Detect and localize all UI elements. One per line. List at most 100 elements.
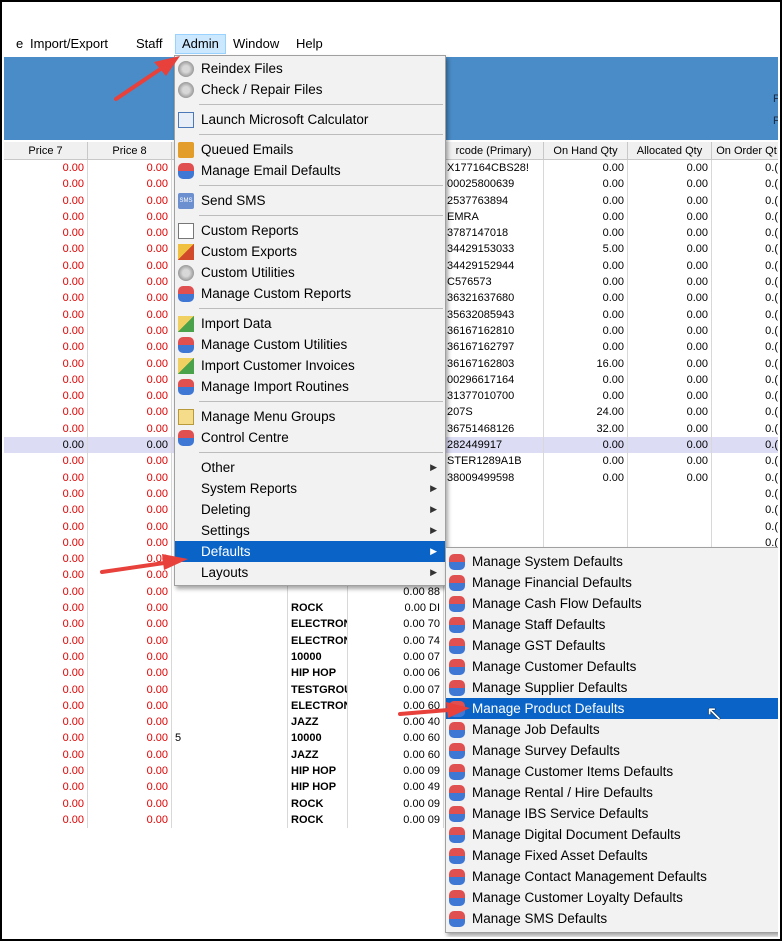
table-cell: 0.00 74 xyxy=(348,632,444,649)
table-cell xyxy=(172,583,288,601)
menu-item-manage-gst-defaults[interactable]: Manage GST Defaults xyxy=(446,635,778,656)
column-header[interactable]: Price 7 xyxy=(4,142,88,160)
menu-import-export[interactable]: Import/Export xyxy=(24,34,114,54)
menu-item-manage-digital-document-defaults[interactable]: Manage Digital Document Defaults xyxy=(446,824,778,845)
users-icon xyxy=(449,575,465,591)
menu-item-defaults[interactable]: Defaults ▶ xyxy=(175,541,445,562)
menu-item-layouts[interactable]: Layouts ▶ xyxy=(175,562,445,583)
menu-item-manage-rental-hire-defaults[interactable]: Manage Rental / Hire Defaults xyxy=(446,782,778,803)
table-cell: 0.( xyxy=(712,453,778,469)
menu-window[interactable]: Window xyxy=(227,34,285,54)
table-cell xyxy=(544,518,628,535)
menu-item-label: Manage Product Defaults xyxy=(472,701,625,716)
table-cell: 0.00 xyxy=(544,322,628,340)
table-cell: 0.00 xyxy=(4,225,88,242)
menu-item-label: Manage Job Defaults xyxy=(472,722,600,737)
table-cell xyxy=(628,518,712,535)
menu-item-manage-system-defaults[interactable]: Manage System Defaults xyxy=(446,551,778,572)
menu-item-check-repair-files[interactable]: Check / Repair Files xyxy=(175,79,445,100)
table-cell: 36167162810 xyxy=(444,322,544,340)
column-header[interactable]: On Hand Qty xyxy=(544,142,628,160)
table-cell: 35632085943 xyxy=(444,306,544,323)
gear-icon xyxy=(178,61,194,77)
users-icon xyxy=(449,806,465,822)
menu-item-manage-custom-utilities[interactable]: Manage Custom Utilities xyxy=(175,334,445,355)
column-header[interactable]: rcode (Primary) xyxy=(444,142,544,160)
table-cell: 0.00 xyxy=(544,306,628,323)
import-icon xyxy=(178,316,194,332)
submenu-arrow-icon: ▶ xyxy=(430,504,437,514)
table-cell: 0.( xyxy=(712,160,778,176)
menu-item-custom-exports[interactable]: Custom Exports xyxy=(175,241,445,262)
menu-item-manage-sms-defaults[interactable]: Manage SMS Defaults xyxy=(446,908,778,929)
menu-item-custom-utilities[interactable]: Custom Utilities xyxy=(175,262,445,283)
table-cell: 0.00 xyxy=(88,485,172,503)
menu-item-manage-menu-groups[interactable]: Manage Menu Groups xyxy=(175,406,445,427)
menu-item-reindex-files[interactable]: Reindex Files xyxy=(175,58,445,79)
table-cell: 0.00 xyxy=(4,257,88,275)
menu-staff[interactable]: Staff xyxy=(130,34,169,54)
menu-item-queued-emails[interactable]: Queued Emails xyxy=(175,139,445,160)
table-cell: 34429153033 xyxy=(444,241,544,258)
menu-item-label: Manage Financial Defaults xyxy=(472,575,632,590)
menu-item-deleting[interactable]: Deleting ▶ xyxy=(175,499,445,520)
menu-item-manage-staff-defaults[interactable]: Manage Staff Defaults xyxy=(446,614,778,635)
table-cell: 0.00 xyxy=(88,811,172,829)
menu-item-manage-customer-loyalty-defaults[interactable]: Manage Customer Loyalty Defaults xyxy=(446,887,778,908)
menu-item-control-centre[interactable]: Control Centre xyxy=(175,427,445,448)
submenu-arrow-icon: ▶ xyxy=(430,483,437,493)
menu-item-import-data[interactable]: Import Data xyxy=(175,313,445,334)
menu-item-import-customer-invoices[interactable]: Import Customer Invoices xyxy=(175,355,445,376)
menu-item-manage-import-routines[interactable]: Manage Import Routines xyxy=(175,376,445,397)
table-cell: ELECTRONIC xyxy=(288,632,348,649)
menu-item-manage-survey-defaults[interactable]: Manage Survey Defaults xyxy=(446,740,778,761)
menu-item-other[interactable]: Other ▶ xyxy=(175,457,445,478)
table-cell: 0.00 xyxy=(88,681,172,698)
menu-item-system-reports[interactable]: System Reports ▶ xyxy=(175,478,445,499)
menu-item-custom-reports[interactable]: Custom Reports xyxy=(175,220,445,241)
column-header[interactable]: Allocated Qty xyxy=(628,142,712,160)
table-cell xyxy=(172,795,288,812)
menu-item-manage-job-defaults[interactable]: Manage Job Defaults xyxy=(446,719,778,740)
menu-help[interactable]: Help xyxy=(290,34,329,54)
menu-item-manage-cash-flow-defaults[interactable]: Manage Cash Flow Defaults xyxy=(446,593,778,614)
menu-item-launch-microsoft-calculator[interactable]: Launch Microsoft Calculator xyxy=(175,109,445,130)
menu-item-manage-customer-defaults[interactable]: Manage Customer Defaults xyxy=(446,656,778,677)
table-cell: 0.00 xyxy=(88,290,172,307)
table-cell: 0.00 xyxy=(628,306,712,323)
table-cell: 0.00 xyxy=(4,600,88,617)
table-cell: 0.00 xyxy=(88,257,172,275)
table-cell: 0.00 xyxy=(4,404,88,421)
menu-item-manage-fixed-asset-defaults[interactable]: Manage Fixed Asset Defaults xyxy=(446,845,778,866)
column-header[interactable]: On Order Qt xyxy=(712,142,778,160)
table-cell: 0.00 06 xyxy=(348,665,444,682)
users-icon xyxy=(178,286,194,302)
menu-item-manage-customer-items-defaults[interactable]: Manage Customer Items Defaults xyxy=(446,761,778,782)
table-cell: 0.00 09 xyxy=(348,795,444,812)
menu-item-label: Custom Reports xyxy=(201,223,299,238)
table-cell: 0.00 xyxy=(4,437,88,454)
users-icon xyxy=(449,911,465,927)
menu-item-settings[interactable]: Settings ▶ xyxy=(175,520,445,541)
menu-item-manage-custom-reports[interactable]: Manage Custom Reports xyxy=(175,283,445,304)
menu-item-manage-supplier-defaults[interactable]: Manage Supplier Defaults xyxy=(446,677,778,698)
table-cell: 0.00 xyxy=(88,225,172,242)
column-header[interactable]: Price 8 xyxy=(88,142,172,160)
table-cell: 0.( xyxy=(712,502,778,518)
menu-admin[interactable]: Admin xyxy=(175,34,226,54)
menu-item-manage-product-defaults[interactable]: Manage Product Defaults xyxy=(446,698,778,719)
table-cell: 0.00 xyxy=(88,502,172,519)
table-cell: 0.( xyxy=(712,404,778,420)
submenu-arrow-icon: ▶ xyxy=(430,462,437,472)
menu-item-manage-ibs-service-defaults[interactable]: Manage IBS Service Defaults xyxy=(446,803,778,824)
menu-item-manage-contact-management-defaults[interactable]: Manage Contact Management Defaults xyxy=(446,866,778,887)
table-cell: 16.00 xyxy=(544,355,628,372)
import-icon xyxy=(178,358,194,374)
menu-item-manage-email-defaults[interactable]: Manage Email Defaults xyxy=(175,160,445,181)
menu-separator xyxy=(199,104,443,105)
menu-item-manage-financial-defaults[interactable]: Manage Financial Defaults xyxy=(446,572,778,593)
menu-item-send-sms[interactable]: SMS Send SMS xyxy=(175,190,445,211)
users-icon xyxy=(178,163,194,179)
table-cell: 0.00 xyxy=(544,160,628,177)
users-icon xyxy=(449,869,465,885)
